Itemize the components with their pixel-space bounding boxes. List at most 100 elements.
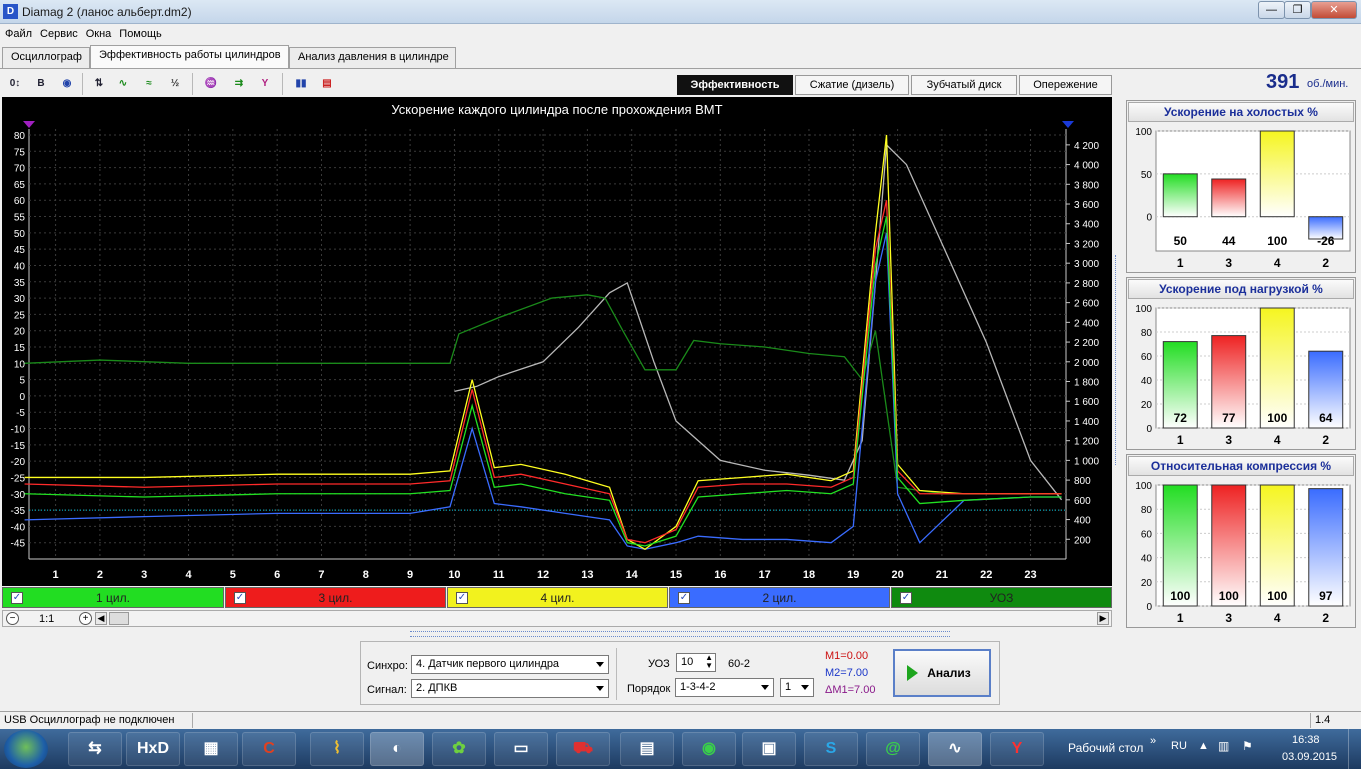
signal-icon[interactable]: ◉ <box>682 732 736 766</box>
zero-shift-icon[interactable]: 0↕ <box>4 73 26 95</box>
tab-toothed-disk[interactable]: Зубчатый диск <box>911 75 1017 95</box>
filter-icon[interactable]: Y <box>254 73 276 95</box>
menu-windows[interactable]: Окна <box>81 26 115 40</box>
order-select[interactable]: 1-3-4-2 <box>675 678 774 697</box>
injector-icon[interactable]: ♒ <box>200 73 222 95</box>
channel-toggle-4[interactable]: ✓ 2 цил. <box>669 587 890 608</box>
show-desktop-button[interactable] <box>1348 729 1361 769</box>
checkbox-icon[interactable]: ✓ <box>456 592 468 604</box>
x-tick-label: 2 <box>97 569 103 581</box>
calculator-icon[interactable]: ▦ <box>184 732 238 766</box>
menu-service[interactable]: Сервис <box>35 26 81 40</box>
oscilloscope-app-icon[interactable]: ∿ <box>928 732 982 766</box>
y-tick-label: 80 <box>1141 505 1153 516</box>
curve-icon[interactable]: ∿ <box>112 73 134 95</box>
channel-toggle-1[interactable]: ✓ 1 цил. <box>2 587 224 608</box>
clock-time[interactable]: 16:38 <box>1292 734 1320 746</box>
tab-efficiency[interactable]: Эффективность <box>677 75 793 95</box>
checkbox-icon[interactable]: ✓ <box>234 592 246 604</box>
minimize-button[interactable]: — <box>1258 1 1285 19</box>
channel-toggle-2[interactable]: ✓ 3 цил. <box>225 587 446 608</box>
marker-delta: ΔM1=7.00 <box>825 684 876 696</box>
flag-tray-icon[interactable]: ⚑ <box>1242 739 1253 753</box>
memory-icon[interactable]: ▭ <box>494 732 548 766</box>
tab-pressure-analysis[interactable]: Анализ давления в цилиндре <box>289 47 456 68</box>
menu-help[interactable]: Помощь <box>114 26 165 40</box>
yandex-browser-icon[interactable]: Y <box>990 732 1044 766</box>
tab-compression-diesel[interactable]: Сжатие (дизель) <box>795 75 909 95</box>
desktop-toolbar-label[interactable]: Рабочий стол <box>1068 741 1143 755</box>
language-indicator[interactable]: RU <box>1171 740 1187 752</box>
channel-label: 1 цил. <box>96 591 130 605</box>
signal-select[interactable]: 2. ДПКВ <box>411 679 609 698</box>
rpm-icon[interactable]: ◉ <box>56 73 78 95</box>
bold-icon[interactable]: B <box>30 73 52 95</box>
y-tick-label: 100 <box>1135 481 1152 492</box>
bar-value-label: 50 <box>1174 234 1188 248</box>
sequence-icon[interactable]: ⇉ <box>228 73 250 95</box>
ccleaner-icon[interactable]: C <box>242 732 296 766</box>
network-drive-icon[interactable]: ▤ <box>620 732 674 766</box>
y-left-tick-label: 5 <box>19 376 25 387</box>
y-right-tick-label: 1 400 <box>1074 417 1099 428</box>
vvti-icon[interactable]: ≈ <box>138 73 160 95</box>
clock-date[interactable]: 03.09.2015 <box>1282 751 1337 763</box>
chip-icon[interactable]: ▣ <box>742 732 796 766</box>
bars-icon[interactable]: ▮▮ <box>290 73 312 95</box>
tab-oscilloscope[interactable]: Осциллограф <box>2 47 90 68</box>
hxd-icon[interactable]: HxD <box>126 732 180 766</box>
close-button[interactable]: ✕ <box>1311 1 1357 19</box>
order-number-select[interactable]: 1 <box>780 678 814 697</box>
mail-agent-icon[interactable]: @ <box>866 732 920 766</box>
teamviewer-icon[interactable]: ⇆ <box>68 732 122 766</box>
splitter-handle[interactable] <box>410 631 950 637</box>
y-left-tick-label: 20 <box>14 327 26 338</box>
order-icon[interactable]: ⇅ <box>88 73 110 95</box>
y-left-tick-label: -30 <box>11 490 26 501</box>
scroll-thumb[interactable] <box>109 612 129 625</box>
stepper-arrows-icon[interactable]: ▲ ▼ <box>705 654 713 670</box>
scroll-left-button[interactable]: ◀ <box>95 612 107 625</box>
x-tick-label: 11 <box>493 569 505 581</box>
icq-icon[interactable]: ✿ <box>432 732 486 766</box>
y-left-tick-label: 80 <box>14 131 26 142</box>
bar-value-label: 100 <box>1267 411 1287 425</box>
y-left-tick-label: 35 <box>14 278 26 289</box>
tab-advance[interactable]: Опережение <box>1019 75 1112 95</box>
panel-splitter[interactable] <box>1115 255 1121 465</box>
show-hidden-icon[interactable]: ▲ <box>1198 740 1209 752</box>
uoz-label: УОЗ <box>648 658 670 670</box>
start-button[interactable] <box>4 730 48 768</box>
menu-file[interactable]: Файл <box>0 26 35 40</box>
zoom-in-button[interactable]: + <box>79 612 92 625</box>
tab-cylinder-efficiency[interactable]: Эффективность работы цилиндров <box>90 45 289 68</box>
diamag-icon[interactable]: ◐ <box>370 732 424 766</box>
zoom-out-button[interactable]: − <box>6 612 19 625</box>
sync-select[interactable]: 4. Датчик первого цилиндра <box>411 655 609 674</box>
chevron-right-icon[interactable]: » <box>1150 735 1156 747</box>
car-icon[interactable]: ⛟ <box>556 732 610 766</box>
checkbox-icon[interactable]: ✓ <box>678 592 690 604</box>
waveform-app-icon[interactable]: ⌇ <box>310 732 364 766</box>
channel-toggle-5[interactable]: ✓ УОЗ <box>891 587 1112 608</box>
skype-icon[interactable]: S <box>804 732 858 766</box>
checkbox-icon[interactable]: ✓ <box>11 592 23 604</box>
analysis-button[interactable]: Анализ <box>893 649 991 697</box>
marker-left-icon[interactable] <box>23 121 35 128</box>
maximize-button[interactable]: ❐ <box>1284 1 1311 19</box>
category-label: 2 <box>1322 611 1329 625</box>
scroll-right-button[interactable]: ▶ <box>1097 612 1109 625</box>
uoz-stepper[interactable]: 10 ▲ ▼ <box>676 653 716 672</box>
channel-label: 2 цил. <box>762 591 797 605</box>
network-tray-icon[interactable]: ▥ <box>1218 739 1229 753</box>
chevron-down-icon <box>801 685 809 690</box>
y-left-tick-label: 10 <box>14 359 26 370</box>
checkbox-icon[interactable]: ✓ <box>900 592 912 604</box>
marker-right-icon[interactable] <box>1062 121 1074 128</box>
y-right-tick-label: 4 200 <box>1074 141 1099 152</box>
y-right-tick-label: 1 200 <box>1074 437 1099 448</box>
report-icon[interactable]: ▤ <box>316 73 338 95</box>
channel-toggle-3[interactable]: ✓ 4 цил. <box>447 587 668 608</box>
acceleration-chart[interactable]: Ускорение каждого цилиндра после прохожд… <box>2 97 1112 586</box>
algorithm-icon[interactable]: ½ <box>164 73 186 95</box>
